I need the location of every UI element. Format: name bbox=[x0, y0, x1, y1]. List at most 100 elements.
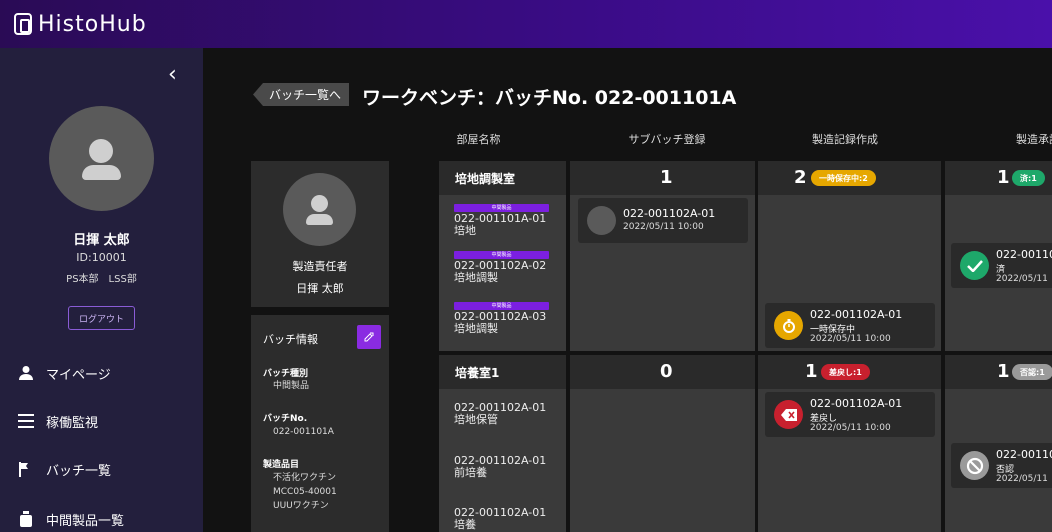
column-header-subbatch: サブバッチ登録 bbox=[628, 133, 706, 146]
approval-entry[interactable]: 022-00110 否認 2022/05/11 bbox=[951, 443, 1052, 488]
entry-date: 2022/05/11 bbox=[996, 274, 1048, 284]
list-item[interactable]: 中間製品 022-001102A-02 培地調製 bbox=[454, 251, 549, 284]
entry-date: 2022/05/11 10:00 bbox=[810, 423, 891, 433]
responsible-avatar bbox=[283, 173, 356, 246]
nav-item-batch-list[interactable]: バッチ一覧 bbox=[16, 457, 111, 481]
approval-cell: 022-00110 否認 2022/05/11 bbox=[945, 389, 1052, 532]
subbatch-entry[interactable]: 022-001102A-01 2022/05/11 10:00 bbox=[578, 198, 748, 243]
batch-info-card: バッチ情報 バッチ種別 中間製品 バッチNo. 022-001101A 製造品目… bbox=[251, 315, 389, 532]
backspace-icon bbox=[774, 400, 803, 429]
column-header-approval: 製造承認 bbox=[1016, 133, 1052, 146]
intermediate-tag: 中間製品 bbox=[454, 251, 549, 259]
record-cell: 022-001102A-01 差戻し 2022/05/11 10:00 bbox=[758, 389, 941, 532]
list-item[interactable]: 022-001102A-01 培地保管 bbox=[454, 402, 546, 426]
entry-code: 022-001102A-01 bbox=[623, 207, 716, 220]
user-id: ID:10001 bbox=[76, 251, 127, 264]
entry-code: 022-001102A-01 bbox=[810, 397, 903, 410]
nav-item-monitoring[interactable]: 稼働監視 bbox=[16, 409, 98, 433]
room-subitem-list: 中間製品 022-001101A-01 培地 中間製品 022-001102A-… bbox=[439, 195, 566, 351]
room-subitem-list: 022-001102A-01 培地保管 022-001102A-01 前培養 0… bbox=[439, 389, 566, 532]
sub-item-desc: 培地 bbox=[454, 224, 476, 237]
room-name: 培養室1 bbox=[439, 355, 566, 389]
edit-icon bbox=[364, 332, 374, 342]
record-cell: 022-001102A-01 一時保存中 2022/05/11 10:00 bbox=[758, 195, 941, 351]
nav-item-label: バッチ一覧 bbox=[46, 463, 112, 479]
nav-item-intermediate-list[interactable]: 中間製品一覧 bbox=[16, 507, 124, 531]
approval-cell: 022-00110 済 2022/05/11 bbox=[945, 195, 1052, 351]
sub-item-desc: 培地保管 bbox=[454, 413, 498, 426]
subbatch-count: 1 bbox=[660, 167, 673, 188]
collapse-sidebar-icon[interactable]: ‹ bbox=[168, 62, 177, 87]
nav-item-label: マイページ bbox=[46, 367, 111, 383]
menu-icon bbox=[16, 412, 36, 430]
subbatch-cell: 022-001102A-01 2022/05/11 10:00 bbox=[570, 195, 755, 351]
entry-code: 022-001102A-01 bbox=[810, 308, 903, 321]
responsible-label: 製造責任者 bbox=[292, 260, 348, 273]
person-icon bbox=[283, 173, 356, 246]
record-entry[interactable]: 022-001102A-01 差戻し 2022/05/11 10:00 bbox=[765, 392, 935, 437]
responsible-name: 日揮 太郎 bbox=[296, 282, 344, 295]
list-item[interactable]: 中間製品 022-001101A-01 培地 bbox=[454, 204, 549, 237]
approval-header-cell: 1 否認:1 bbox=[945, 355, 1052, 389]
approval-count: 1 bbox=[997, 167, 1010, 188]
intermediate-tag: 中間製品 bbox=[454, 302, 549, 310]
person-icon bbox=[16, 364, 36, 382]
back-to-batch-list-button[interactable]: バッチ一覧へ bbox=[253, 83, 350, 106]
product-label: 製造品目 bbox=[263, 460, 300, 470]
saving-badge: 一時保存中:2 bbox=[811, 170, 876, 186]
subbatch-header-cell: 1 bbox=[570, 161, 755, 195]
responsible-card: 製造責任者 日揮 太郎 bbox=[251, 161, 389, 307]
entry-code: 022-00110 bbox=[996, 248, 1052, 261]
column-header-room: 部屋名称 bbox=[456, 133, 501, 146]
record-header-cell: 1 差戻し:1 bbox=[758, 355, 941, 389]
product-value: 不活化ワクチン bbox=[273, 473, 337, 483]
done-badge: 済:1 bbox=[1012, 170, 1045, 186]
list-item[interactable]: 中間製品 022-001102A-03 培地調製 bbox=[454, 302, 549, 335]
flag-icon bbox=[16, 460, 36, 478]
top-bar: HistoHub bbox=[0, 0, 1052, 48]
intermediate-tag: 中間製品 bbox=[454, 204, 549, 212]
returned-badge: 差戻し:1 bbox=[821, 364, 870, 380]
record-count: 1 bbox=[805, 361, 818, 382]
nav-item-label: 中間製品一覧 bbox=[46, 513, 125, 529]
user-department: PS本部 LSS部 bbox=[66, 274, 137, 285]
check-icon bbox=[960, 251, 989, 280]
stopwatch-icon bbox=[774, 311, 803, 340]
logo-mark-icon bbox=[14, 13, 32, 35]
subbatch-count: 0 bbox=[660, 361, 673, 382]
sub-item-desc: 培養 bbox=[454, 518, 476, 531]
record-entry[interactable]: 022-001102A-01 一時保存中 2022/05/11 10:00 bbox=[765, 303, 935, 348]
edit-batch-info-button[interactable] bbox=[357, 325, 381, 349]
user-avatar bbox=[49, 106, 154, 211]
subbatch-cell bbox=[570, 389, 755, 532]
batch-no-value: 022-001101A bbox=[273, 427, 334, 437]
nav-item-mypage[interactable]: マイページ bbox=[16, 361, 111, 385]
sub-item-desc: 培地調製 bbox=[454, 322, 498, 335]
nav-item-label: 稼働監視 bbox=[46, 415, 99, 431]
page-title: ワークベンチ：バッチNo. 022-001101A bbox=[362, 87, 737, 109]
entry-date: 2022/05/11 10:00 bbox=[810, 334, 891, 344]
batch-type-label: バッチ種別 bbox=[263, 369, 309, 379]
product-value: UUUワクチン bbox=[273, 501, 329, 511]
room-name: 培地調製室 bbox=[439, 161, 566, 195]
logo-text: HistoHub bbox=[38, 11, 147, 37]
list-item[interactable]: 022-001102A-01 前培養 bbox=[454, 455, 546, 479]
app-logo[interactable]: HistoHub bbox=[14, 9, 147, 39]
list-item[interactable]: 022-001102A-01 培養 bbox=[454, 507, 546, 531]
record-header-cell: 2 一時保存中:2 bbox=[758, 161, 941, 195]
sub-item-desc: 培地調製 bbox=[454, 271, 498, 284]
sub-item-desc: 前培養 bbox=[454, 466, 487, 479]
approval-header-cell: 1 済:1 bbox=[945, 161, 1052, 195]
approval-entry[interactable]: 022-00110 済 2022/05/11 bbox=[951, 243, 1052, 288]
block-icon bbox=[960, 451, 989, 480]
column-header-record: 製造記録作成 bbox=[812, 133, 878, 146]
flask-icon bbox=[16, 510, 36, 528]
person-icon bbox=[49, 106, 154, 211]
batch-info-title: バッチ情報 bbox=[263, 333, 318, 346]
approval-count: 1 bbox=[997, 361, 1010, 382]
product-value: MCC05-40001 bbox=[273, 487, 337, 497]
entry-date: 2022/05/11 10:00 bbox=[623, 222, 704, 232]
pending-icon bbox=[587, 206, 616, 235]
entry-code: 022-00110 bbox=[996, 448, 1052, 461]
logout-button[interactable]: ログアウト bbox=[68, 306, 135, 330]
